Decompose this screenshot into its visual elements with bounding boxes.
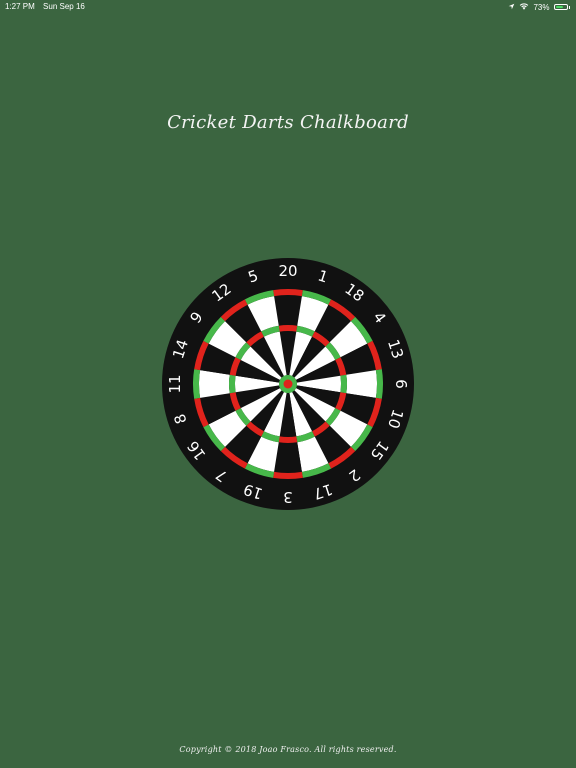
segment-outer-single	[274, 295, 302, 326]
page-title: Cricket Darts Chalkboard	[167, 112, 409, 133]
status-date: Sun Sep 16	[43, 2, 85, 11]
segment-triple	[229, 374, 236, 394]
board-number-11: 11	[166, 374, 184, 393]
status-right: 73%	[508, 2, 570, 12]
board-number-6: 6	[392, 379, 410, 389]
segment-triple	[340, 374, 347, 394]
board-number-20: 20	[278, 262, 297, 280]
segment-triple	[278, 436, 298, 443]
location-arrow-icon	[508, 3, 515, 12]
segment-outer-single	[274, 442, 302, 473]
battery-icon	[553, 4, 570, 10]
segment-outer-single	[199, 370, 230, 398]
segment-outer-single	[346, 370, 377, 398]
status-left: 1:27 PM Sun Sep 16	[5, 2, 85, 11]
status-bar: 1:27 PM Sun Sep 16 73%	[0, 0, 576, 14]
battery-fill	[555, 6, 563, 8]
battery-percent: 73%	[533, 2, 550, 12]
bullseye	[283, 379, 293, 389]
board-number-3: 3	[283, 488, 293, 506]
status-time: 1:27 PM	[5, 2, 35, 11]
wifi-icon	[519, 2, 529, 12]
dartboard[interactable]: 20 1 18 4 13 6 10 15 2 17 3 19 7 16 8 11 14 9 12 5	[162, 258, 414, 510]
copyright-text: Copyright © 2018 Joao Frasco. All rights…	[179, 745, 397, 754]
segment-triple	[278, 325, 298, 332]
dartboard-graphic[interactable]: 20 11841361015217319716811149125	[162, 258, 414, 510]
